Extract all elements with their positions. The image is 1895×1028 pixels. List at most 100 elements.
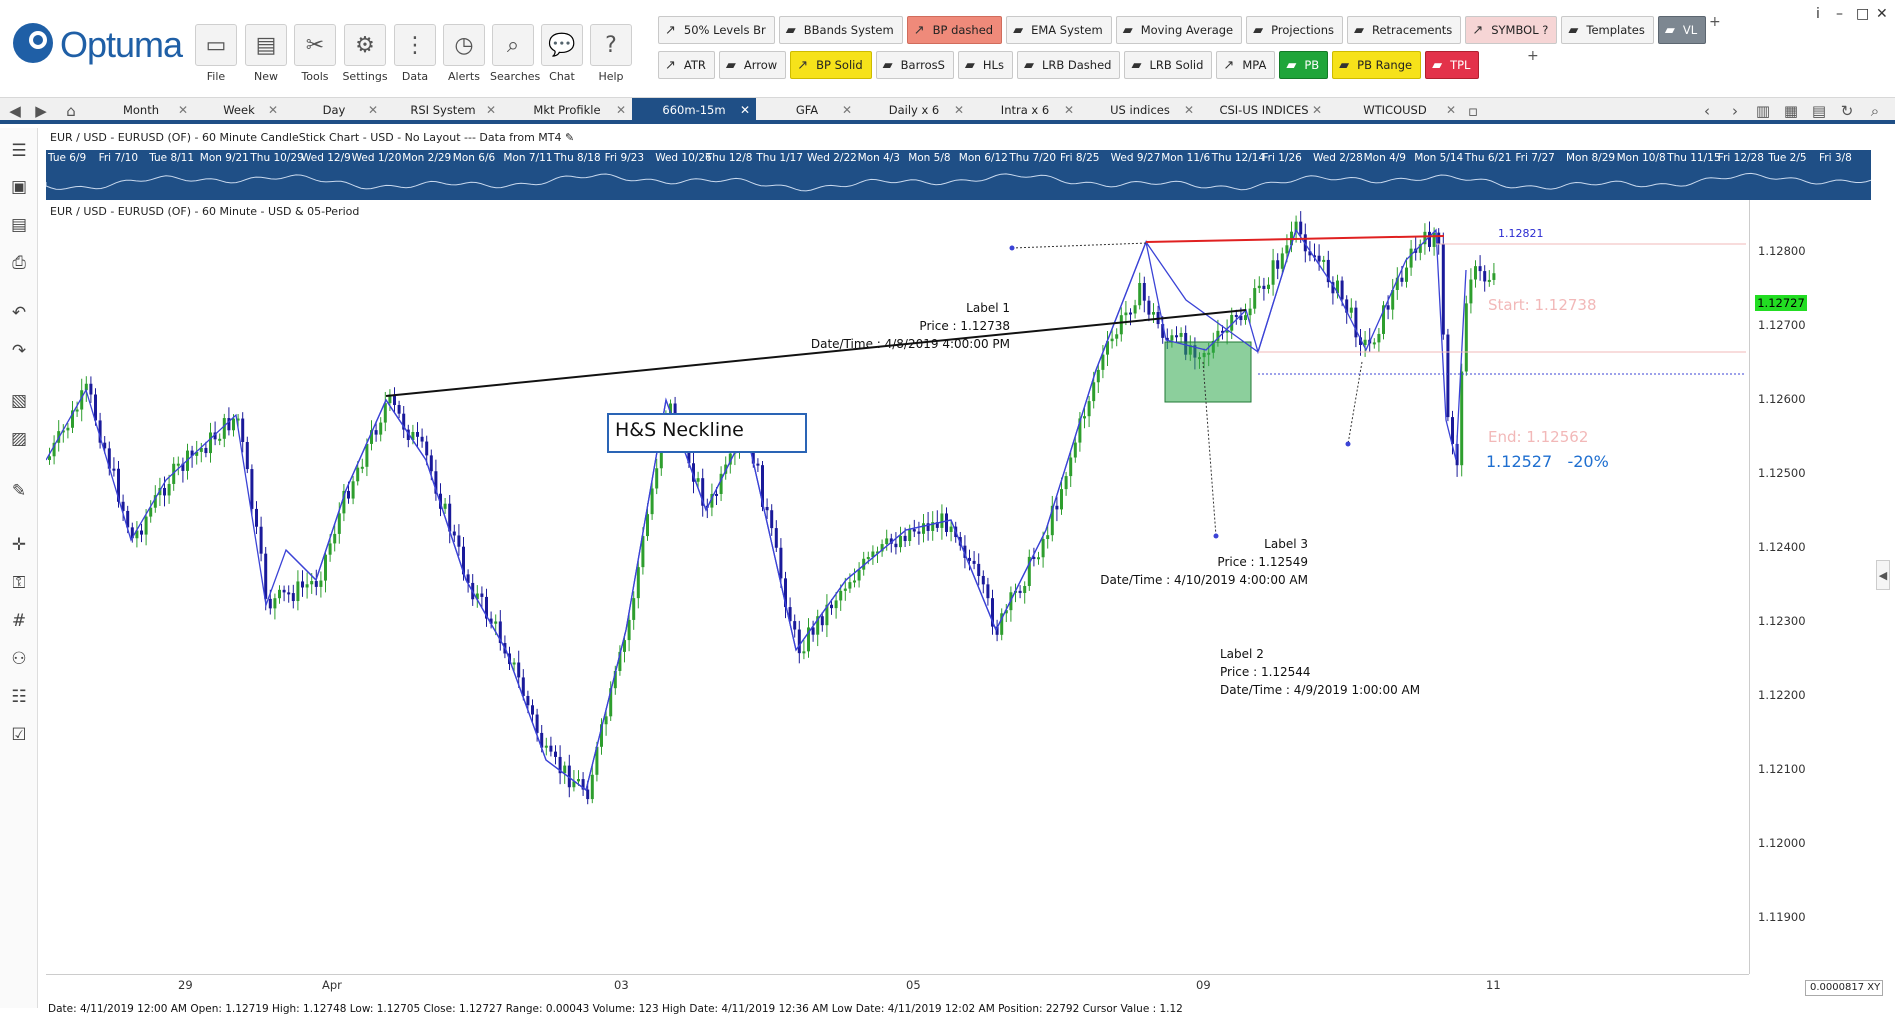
- template-button-moving-average[interactable]: ▰ Moving Average: [1115, 16, 1243, 44]
- chat-button[interactable]: 💬 Chat: [539, 24, 585, 86]
- template-button-pb-range[interactable]: ▰ PB Range: [1332, 51, 1422, 79]
- maximize-button[interactable]: □: [1856, 6, 1869, 22]
- overview-navigator[interactable]: Tue 6/9 Fri 7/10 Tue 8/11 Mon 9/21 Thu 10/29…: [46, 150, 1871, 200]
- template-button-tpl[interactable]: ▰ TPL: [1425, 51, 1480, 79]
- close-tab-icon[interactable]: ✕: [1446, 98, 1456, 122]
- open-chart-icon[interactable]: ▣: [6, 174, 32, 200]
- label1-text[interactable]: Label 1 Price : 1.12738 Date/Time : 4/8/…: [780, 299, 1010, 353]
- layout-icon[interactable]: ▥: [1752, 100, 1774, 122]
- refresh-icon[interactable]: ↻: [1836, 100, 1858, 122]
- close-tab-icon[interactable]: ✕: [1184, 98, 1194, 122]
- grid-view-icon[interactable]: ▦: [1780, 100, 1802, 122]
- file-button[interactable]: ▭ File: [193, 24, 239, 86]
- tab-intra-x-6[interactable]: Intra x 6 ✕: [970, 98, 1080, 122]
- minimize-button[interactable]: –: [1836, 6, 1843, 22]
- template-button-bbands-system[interactable]: ▰ BBands System: [778, 16, 903, 44]
- close-tab-icon[interactable]: ✕: [178, 98, 188, 122]
- add-toolbar-row2-button[interactable]: +: [1527, 48, 1539, 64]
- template-button-mpa[interactable]: ↗ MPA: [1216, 51, 1276, 79]
- alerts-button[interactable]: ◷ Alerts: [441, 24, 487, 86]
- tab-daily-x-6[interactable]: Daily x 6 ✕: [858, 98, 970, 122]
- searches-button[interactable]: ⌕ Searches: [490, 24, 540, 86]
- candle-body: [627, 619, 631, 641]
- close-tab-icon[interactable]: ✕: [616, 98, 626, 122]
- close-tab-icon[interactable]: ✕: [268, 98, 278, 122]
- template-button-bp-solid[interactable]: ↗ BP Solid: [790, 51, 872, 79]
- close-tab-icon[interactable]: ✕: [954, 98, 964, 122]
- tab-csi-us-indices[interactable]: CSI-US INDICES ✕: [1200, 98, 1328, 122]
- template-button-barross[interactable]: ▰ BarrosS: [875, 51, 954, 79]
- lock-icon[interactable]: ⚿: [6, 570, 32, 596]
- time-axis[interactable]: 29 Apr 03 05 09 11: [46, 974, 1749, 994]
- save-icon[interactable]: ▤: [6, 212, 32, 238]
- candle-body: [1317, 255, 1321, 262]
- template-button-lrb-solid[interactable]: ▰ LRB Solid: [1124, 51, 1213, 79]
- notes-icon[interactable]: ☷: [6, 684, 32, 710]
- search-icon[interactable]: ⌕: [1864, 100, 1886, 122]
- chart-properties-icon[interactable]: ☰: [6, 138, 32, 164]
- add-toolbar-row1-button[interactable]: +: [1709, 14, 1721, 30]
- tools-button[interactable]: ✂ Tools: [292, 24, 338, 86]
- snapshot-icon[interactable]: ▧: [6, 388, 32, 414]
- close-window-button[interactable]: ✕: [1876, 6, 1888, 22]
- template-button-arrow[interactable]: ▰ Arrow: [718, 51, 787, 79]
- crosshair-icon[interactable]: ✛: [6, 532, 32, 558]
- close-tab-icon[interactable]: ✕: [1312, 98, 1322, 122]
- tab-660m-15m[interactable]: 660m-15m ✕: [632, 98, 756, 122]
- template-button-pb[interactable]: ▰ PB: [1279, 51, 1329, 79]
- new-button[interactable]: ▤ New: [243, 24, 289, 86]
- tab-day[interactable]: Day ✕: [284, 98, 384, 122]
- hs-neckline-label[interactable]: H&S Neckline: [607, 413, 807, 453]
- tab-month[interactable]: Month ✕: [88, 98, 194, 122]
- grid-icon[interactable]: #: [6, 608, 32, 634]
- template-button-projections[interactable]: ▰ Projections: [1246, 16, 1343, 44]
- label2-text[interactable]: Label 2 Price : 1.12544 Date/Time : 4/9/…: [1220, 645, 1420, 699]
- template-button-lrb-dashed[interactable]: ▰ LRB Dashed: [1016, 51, 1121, 79]
- label3-text[interactable]: Label 3 Price : 1.12549 Date/Time : 4/10…: [1100, 535, 1308, 589]
- price-axis[interactable]: 1.12800 1.12700 1.12600 1.12500 1.12400 1.123…: [1749, 200, 1895, 974]
- gallery-icon[interactable]: ▨: [6, 426, 32, 452]
- template-button-symbol-[interactable]: ↗ SYMBOL ?: [1465, 16, 1558, 44]
- info-icon[interactable]: i: [1816, 6, 1820, 22]
- edit-title-icon[interactable]: ✎: [565, 131, 574, 144]
- tab-scroll-left-icon[interactable]: ‹: [1696, 100, 1718, 122]
- tab-scroll-right-icon[interactable]: ›: [1724, 100, 1746, 122]
- close-tab-icon[interactable]: ✕: [368, 98, 378, 122]
- tab-rsi-system[interactable]: RSI System ✕: [384, 98, 502, 122]
- tab-week[interactable]: Week ✕: [194, 98, 284, 122]
- draw-tool-icon[interactable]: ✎: [6, 478, 32, 504]
- checklist-icon[interactable]: ☑: [6, 722, 32, 748]
- close-tab-icon[interactable]: ✕: [1064, 98, 1074, 122]
- close-tab-icon[interactable]: ✕: [486, 98, 496, 122]
- undo-icon[interactable]: ↶: [6, 300, 32, 326]
- scale-value-box[interactable]: 0.0000817 XY: [1805, 980, 1883, 996]
- education-icon[interactable]: ⚇: [6, 646, 32, 672]
- data-label: Data: [401, 70, 429, 83]
- print-icon[interactable]: ⎙: [6, 250, 32, 276]
- close-tab-icon[interactable]: ✕: [842, 98, 852, 122]
- back-arrow-icon[interactable]: ◀: [4, 100, 26, 122]
- template-button-hls[interactable]: ▰ HLs: [957, 51, 1013, 79]
- template-button-ema-system[interactable]: ▰ EMA System: [1006, 16, 1112, 44]
- data-button[interactable]: ⋮ Data: [392, 24, 438, 86]
- template-button-atr[interactable]: ↗ ATR: [658, 51, 715, 79]
- close-tab-icon[interactable]: ✕: [740, 98, 750, 122]
- new-tab-icon[interactable]: ▫: [1462, 100, 1484, 122]
- home-icon[interactable]: ⌂: [60, 100, 82, 122]
- workspace-icon[interactable]: ▤: [1808, 100, 1830, 122]
- tab-gfa[interactable]: GFA ✕: [756, 98, 858, 122]
- collapse-panel-icon[interactable]: ◀: [1876, 560, 1890, 590]
- forward-arrow-icon[interactable]: ▶: [30, 100, 52, 122]
- candle-body: [986, 584, 990, 599]
- template-button-50-levels-br[interactable]: ↗ 50% Levels Br: [658, 16, 775, 44]
- template-button-bp-dashed[interactable]: ↗ BP dashed: [906, 16, 1003, 44]
- settings-button[interactable]: ⚙ Settings: [342, 24, 388, 86]
- template-button-templates[interactable]: ▰ Templates: [1561, 16, 1654, 44]
- template-button-vl[interactable]: ▰ VL: [1657, 16, 1707, 44]
- tab-wticousd[interactable]: WTICOUSD ✕: [1328, 98, 1462, 122]
- template-button-retracements[interactable]: ▰ Retracements: [1347, 16, 1462, 44]
- tab-mkt-profikle[interactable]: Mkt Profikle ✕: [502, 98, 632, 122]
- redo-icon[interactable]: ↷: [6, 338, 32, 364]
- help-button[interactable]: ? Help: [588, 24, 634, 86]
- tab-us-indices[interactable]: US indices ✕: [1080, 98, 1200, 122]
